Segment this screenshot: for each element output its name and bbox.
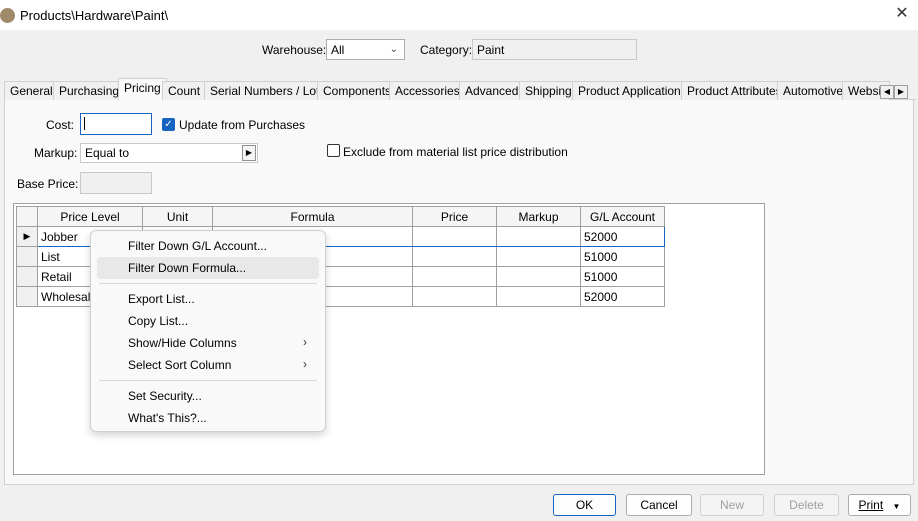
gl-account-cell[interactable]: 51000 [580,246,665,267]
tab-automotive[interactable]: Automotive [777,81,850,100]
print-dropdown-icon: ▼ [892,502,901,511]
price-cell[interactable] [412,246,497,267]
title-bar: Products\Hardware\Paint\ ✕ [0,0,918,30]
menu-item-whats-this[interactable]: What's This?... [97,407,319,429]
markup-cell[interactable] [496,266,581,287]
menu-item-select-sort-column[interactable]: Select Sort Column › [97,354,319,376]
tab-serial-numbers-lots[interactable]: Serial Numbers / Lots [204,81,332,100]
cost-input[interactable] [80,113,152,135]
menu-item-show-hide-columns[interactable]: Show/Hide Columns › [97,332,319,354]
cancel-button[interactable]: Cancel [626,494,692,516]
print-button[interactable]: Print ▼ [848,494,911,516]
column-header-gl-account[interactable]: G/L Account [580,206,665,227]
price-cell[interactable] [412,286,497,307]
tab-general[interactable]: General [4,81,59,100]
column-header-formula[interactable]: Formula [212,206,413,227]
column-header-price[interactable]: Price [412,206,497,227]
app-icon [0,8,15,23]
markup-cell[interactable] [496,286,581,307]
menu-item-set-security[interactable]: Set Security... [97,385,319,407]
arrow-right-icon[interactable]: ▶ [242,145,256,161]
tab-product-applications[interactable]: Product Applications [572,81,693,100]
delete-button[interactable]: Delete [774,494,839,516]
category-value: Paint [477,43,505,57]
gl-account-cell[interactable]: 52000 [580,286,665,307]
tab-advanced[interactable]: Advanced [459,81,525,100]
ok-button[interactable]: OK [553,494,616,516]
row-pointer-icon: ▶ [16,226,38,247]
markup-label: Markup: [34,146,78,160]
menu-item-filter-formula[interactable]: Filter Down Formula... [97,257,319,279]
category-label: Category: [420,43,473,57]
row-header [16,266,38,287]
menu-separator [99,283,317,284]
tab-count[interactable]: Count [162,81,207,100]
update-from-purchases-checkbox[interactable]: ✓ [162,118,175,131]
column-header-price-level[interactable]: Price Level [37,206,143,227]
warehouse-value: All [331,43,345,57]
menu-separator [99,380,317,381]
print-label: Print [858,498,884,512]
warehouse-label: Warehouse: [262,43,327,57]
exclude-label: Exclude from material list price distrib… [343,145,568,159]
scroll-right-icon[interactable]: ▶ [894,85,908,99]
column-header-unit[interactable]: Unit [142,206,213,227]
text-caret [84,117,85,130]
base-price-field [80,172,152,194]
markup-select[interactable]: Equal to ▶ [80,143,258,163]
gl-account-cell[interactable]: 51000 [580,266,665,287]
context-menu: Filter Down G/L Account... Filter Down F… [90,230,326,432]
exclude-checkbox[interactable] [327,144,340,157]
tab-accessories[interactable]: Accessories [389,81,466,100]
menu-item-label: Select Sort Column [128,358,232,372]
tab-strip: General Purchasing Pricing Count Serial … [4,78,916,100]
base-price-label: Base Price: [17,177,79,191]
markup-cell[interactable] [496,246,581,267]
submenu-arrow-icon: › [303,335,307,349]
tab-shipping[interactable]: Shipping [519,81,578,100]
chevron-down-icon: ⌄ [389,44,398,55]
gl-account-cell[interactable]: 52000 [580,226,665,247]
window-title: Products\Hardware\Paint\ [20,8,169,23]
submenu-arrow-icon: › [303,357,307,371]
tab-scroll: ◀ ▶ [880,83,910,99]
warehouse-select[interactable]: All ⌄ [326,39,405,60]
tab-components[interactable]: Components [317,81,398,100]
menu-item-filter-gl-account[interactable]: Filter Down G/L Account... [97,235,319,257]
update-from-purchases-label: Update from Purchases [179,118,306,132]
cost-label: Cost: [46,118,75,132]
category-field: Paint [472,39,637,60]
price-cell[interactable] [412,266,497,287]
row-header [16,286,38,307]
menu-item-label: Show/Hide Columns [128,336,237,350]
markup-cell[interactable] [496,226,581,247]
markup-value: Equal to [85,146,130,160]
tab-purchasing[interactable]: Purchasing [53,81,126,100]
tab-pricing[interactable]: Pricing [118,78,167,100]
row-header-corner [16,206,38,227]
scroll-left-icon[interactable]: ◀ [880,85,894,99]
close-icon[interactable]: ✕ [890,4,914,24]
menu-item-copy-list[interactable]: Copy List... [97,310,319,332]
column-header-markup[interactable]: Markup [496,206,581,227]
menu-item-export-list[interactable]: Export List... [97,288,319,310]
row-header [16,246,38,267]
tab-product-attributes[interactable]: Product Attributes [681,81,788,100]
price-cell[interactable] [412,226,497,247]
new-button[interactable]: New [700,494,764,516]
grid-header-row: Price Level Unit Formula Price Markup G/… [16,206,665,227]
